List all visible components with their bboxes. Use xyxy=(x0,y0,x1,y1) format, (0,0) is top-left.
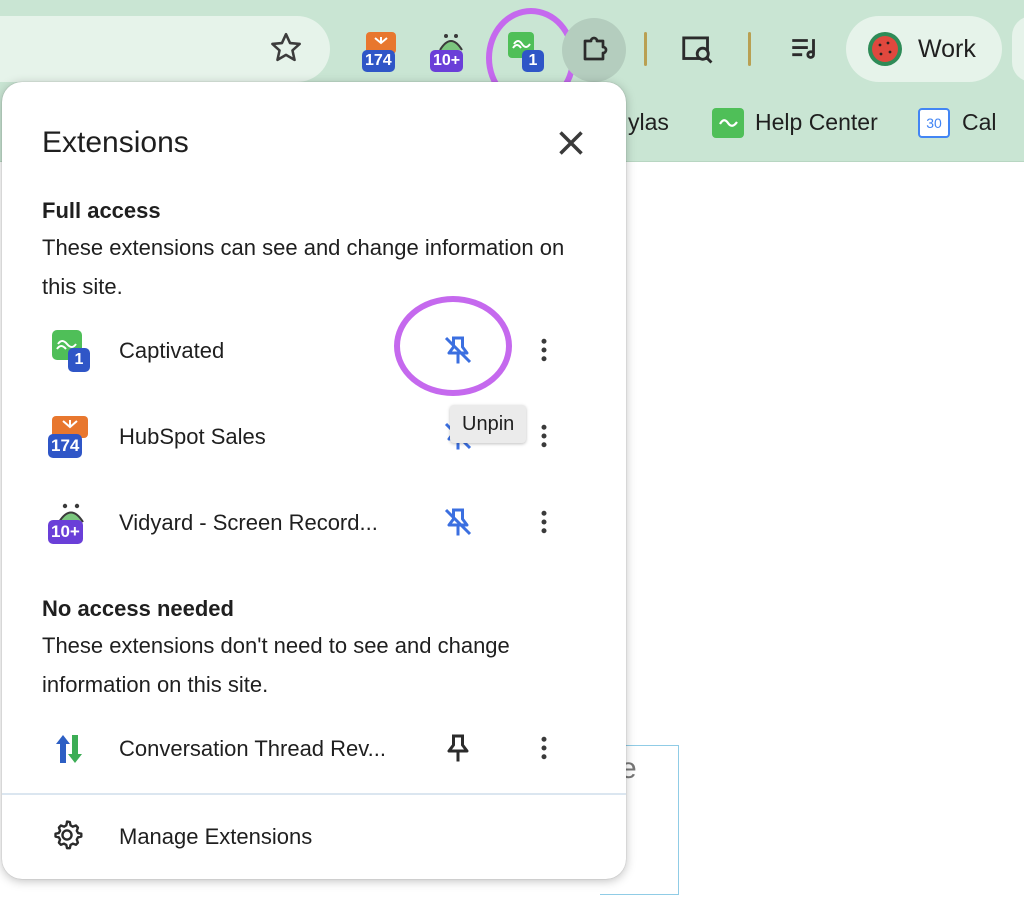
toolbar-separator xyxy=(748,32,751,66)
full-access-heading: Full access xyxy=(42,198,161,223)
toolbar-overflow-button[interactable] xyxy=(1012,16,1024,82)
calendar-favicon-icon: 30 xyxy=(918,108,950,138)
help-center-favicon-icon xyxy=(712,108,744,138)
popup-title: Extensions xyxy=(42,126,189,159)
more-options-icon[interactable] xyxy=(529,504,559,540)
calendar-icon-text: 30 xyxy=(926,115,942,131)
search-tab-icon[interactable] xyxy=(678,30,718,68)
more-options-icon[interactable] xyxy=(529,332,559,368)
vidyard-icon: 10+ xyxy=(48,500,94,546)
bookmark-star-icon[interactable] xyxy=(268,30,304,66)
unpin-tooltip: Unpin xyxy=(450,405,527,443)
extension-row-captivated[interactable]: 1 Captivated xyxy=(2,318,626,382)
hubspot-badge: 174 xyxy=(48,434,83,458)
captivated-toolbar-button[interactable]: 1 xyxy=(502,28,546,76)
puzzle-icon xyxy=(583,36,608,61)
extension-name: HubSpot Sales xyxy=(119,424,266,449)
no-access-heading: No access needed xyxy=(42,596,234,621)
full-access-description: These extensions can see and change info… xyxy=(42,235,565,299)
extension-name: Vidyard - Screen Record... xyxy=(119,510,378,535)
profile-button[interactable]: Work xyxy=(846,16,1002,82)
avatar xyxy=(868,32,902,66)
bookmark-help-center[interactable]: Help Center xyxy=(755,109,878,136)
extensions-popup: Extensions Full access These extensions … xyxy=(2,82,626,879)
pin-icon[interactable] xyxy=(440,730,476,766)
profile-label: Work xyxy=(918,35,976,63)
manage-extensions-button[interactable]: Manage Extensions xyxy=(2,804,626,868)
vidyard-badge: 10+ xyxy=(430,50,464,72)
conversation-thread-icon xyxy=(48,726,94,772)
bookmark-ylas[interactable]: ylas xyxy=(628,109,669,136)
toolbar-separator xyxy=(644,32,647,66)
unpin-icon[interactable] xyxy=(440,504,476,540)
hubspot-badge: 174 xyxy=(362,50,395,72)
more-options-icon[interactable] xyxy=(529,730,559,766)
extension-row-hubspot-sales[interactable]: 174 HubSpot Sales xyxy=(2,404,626,468)
vidyard-icon xyxy=(439,34,463,51)
unpin-icon[interactable] xyxy=(440,332,476,368)
vidyard-toolbar-button[interactable]: 10+ xyxy=(428,28,472,76)
divider xyxy=(2,793,626,795)
gear-icon xyxy=(54,820,83,850)
captivated-badge: 1 xyxy=(68,348,90,372)
bookmark-cal[interactable]: Cal xyxy=(962,109,997,136)
extensions-menu-button[interactable] xyxy=(562,18,626,82)
no-access-description: These extensions don't need to see and c… xyxy=(42,633,510,697)
extension-row-vidyard[interactable]: 10+ Vidyard - Screen Record... xyxy=(2,490,626,554)
extension-row-conversation-thread[interactable]: Conversation Thread Rev... xyxy=(2,716,626,780)
captivated-badge: 1 xyxy=(522,50,544,72)
media-queue-icon[interactable] xyxy=(786,32,824,66)
extension-name: Conversation Thread Rev... xyxy=(119,736,386,761)
more-options-icon[interactable] xyxy=(529,418,559,454)
hubspot-toolbar-button[interactable]: 174 xyxy=(360,28,404,76)
close-icon[interactable] xyxy=(550,122,592,164)
vidyard-badge: 10+ xyxy=(48,520,83,544)
manage-extensions-label: Manage Extensions xyxy=(119,824,313,849)
hubspot-icon: 174 xyxy=(48,414,94,460)
captivated-icon: 1 xyxy=(48,328,94,374)
extension-name: Captivated xyxy=(119,338,225,363)
